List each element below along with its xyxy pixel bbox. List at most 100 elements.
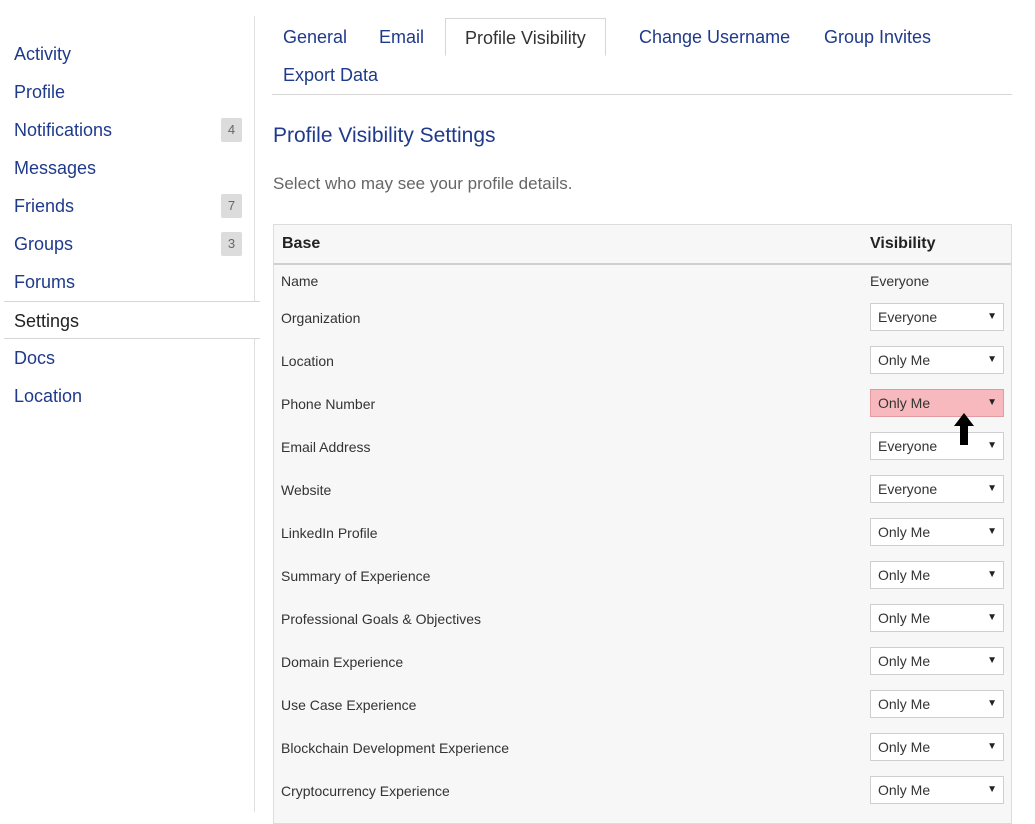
sidebar-item-label: Groups <box>14 234 74 254</box>
field-label: Location <box>281 353 334 369</box>
column-header-base: Base <box>282 235 321 252</box>
field-label: Cryptocurrency Experience <box>281 783 450 799</box>
table-header: Base Visibility <box>274 225 1011 265</box>
settings-tabs: General Email Profile Visibility Change … <box>272 18 1012 95</box>
caret-down-icon: ▼ <box>987 784 997 795</box>
field-label: Domain Experience <box>281 654 404 670</box>
field-label: Summary of Experience <box>281 568 431 584</box>
visibility-select-website[interactable]: Everyone ▼ <box>870 475 1004 503</box>
visibility-select-email-address[interactable]: Everyone ▼ <box>870 432 1004 460</box>
visibility-select-organization[interactable]: Everyone ▼ <box>870 303 1004 331</box>
sidebar-item-label: Forums <box>14 272 76 292</box>
select-value: Everyone <box>878 309 938 325</box>
tab-change-username[interactable]: Change Username <box>639 18 790 56</box>
up-arrow-icon <box>954 413 974 445</box>
sidebar-item-friends[interactable]: Friends 7 <box>0 187 254 225</box>
table-row: Name Everyone <box>274 265 1011 297</box>
field-label: Email Address <box>281 439 371 455</box>
table-row: Phone Number Only Me ▼ <box>274 383 1011 426</box>
sidebar-item-forums[interactable]: Forums <box>0 263 254 301</box>
groups-count-badge: 3 <box>221 232 242 256</box>
friends-count-badge: 7 <box>221 194 242 218</box>
caret-down-icon: ▼ <box>987 741 997 752</box>
table-row: Location Only Me ▼ <box>274 340 1011 383</box>
visibility-select-location[interactable]: Only Me ▼ <box>870 346 1004 374</box>
caret-down-icon: ▼ <box>987 397 997 408</box>
select-value: Only Me <box>878 395 931 411</box>
visibility-select-use-case-experience[interactable]: Only Me ▼ <box>870 690 1004 718</box>
field-label: Use Case Experience <box>281 697 417 713</box>
table-row: LinkedIn Profile Only Me ▼ <box>274 512 1011 555</box>
table-row: Professional Goals & Objectives Only Me ▼ <box>274 598 1011 641</box>
sidebar-item-label: Settings <box>14 311 80 331</box>
sidebar-item-label: Friends <box>14 196 75 216</box>
caret-down-icon: ▼ <box>987 612 997 623</box>
table-row: Domain Experience Only Me ▼ <box>274 641 1011 684</box>
caret-down-icon: ▼ <box>987 311 997 322</box>
sidebar-item-location[interactable]: Location <box>0 377 254 415</box>
sidebar-item-label: Location <box>14 386 83 406</box>
profile-visibility-table: Base Visibility Name Everyone Organizati… <box>273 224 1012 824</box>
select-value: Only Me <box>878 524 931 540</box>
page-title: Profile Visibility Settings <box>273 124 496 147</box>
notifications-count-badge: 4 <box>221 118 242 142</box>
visibility-select-domain-experience[interactable]: Only Me ▼ <box>870 647 1004 675</box>
select-value: Only Me <box>878 653 931 669</box>
tab-general[interactable]: General <box>283 18 347 56</box>
sidebar-item-label: Messages <box>14 158 97 178</box>
tab-group-invites[interactable]: Group Invites <box>824 18 931 56</box>
select-value: Everyone <box>878 481 938 497</box>
select-value: Only Me <box>878 610 931 626</box>
select-value: Only Me <box>878 696 931 712</box>
sidebar-item-docs[interactable]: Docs <box>0 339 254 377</box>
field-label: Name <box>281 273 319 289</box>
page-description: Select who may see your profile details. <box>273 174 573 193</box>
sidebar-item-groups[interactable]: Groups 3 <box>0 225 254 263</box>
sidebar-item-notifications[interactable]: Notifications 4 <box>0 111 254 149</box>
table-row: Cryptocurrency Experience Only Me ▼ <box>274 770 1011 813</box>
visibility-select-blockchain-development-experience[interactable]: Only Me ▼ <box>870 733 1004 761</box>
sidebar-item-label: Profile <box>14 82 66 102</box>
caret-down-icon: ▼ <box>987 354 997 365</box>
visibility-select-linkedin-profile[interactable]: Only Me ▼ <box>870 518 1004 546</box>
tab-email[interactable]: Email <box>379 18 424 56</box>
select-value: Only Me <box>878 739 931 755</box>
select-value: Everyone <box>878 438 938 454</box>
visibility-select-summary-of-experience[interactable]: Only Me ▼ <box>870 561 1004 589</box>
table-row: Organization Everyone ▼ <box>274 297 1011 340</box>
table-row: Website Everyone ▼ <box>274 469 1011 512</box>
caret-down-icon: ▼ <box>987 526 997 537</box>
caret-down-icon: ▼ <box>987 698 997 709</box>
field-label: Phone Number <box>281 396 376 412</box>
visibility-static-value: Everyone <box>870 273 930 289</box>
table-row: Use Case Experience Only Me ▼ <box>274 684 1011 727</box>
visibility-select-professional-goals[interactable]: Only Me ▼ <box>870 604 1004 632</box>
caret-down-icon: ▼ <box>987 655 997 666</box>
sidebar-item-label: Activity <box>14 44 72 64</box>
field-label: Website <box>281 482 332 498</box>
sidebar-item-activity[interactable]: Activity <box>0 35 254 73</box>
table-row: Email Address Everyone ▼ <box>274 426 1011 469</box>
sidebar-item-label: Docs <box>14 348 56 368</box>
table-row: Blockchain Development Experience Only M… <box>274 727 1011 770</box>
table-row: Summary of Experience Only Me ▼ <box>274 555 1011 598</box>
field-label: Organization <box>281 310 361 326</box>
sidebar-item-settings[interactable]: Settings <box>4 301 260 339</box>
column-header-visibility: Visibility <box>870 235 936 252</box>
tab-profile-visibility[interactable]: Profile Visibility <box>445 18 606 56</box>
sidebar-item-messages[interactable]: Messages <box>0 149 254 187</box>
sidebar-item-label: Notifications <box>14 120 113 140</box>
visibility-select-cryptocurrency-experience[interactable]: Only Me ▼ <box>870 776 1004 804</box>
field-label: LinkedIn Profile <box>281 525 378 541</box>
sidebar-menu: Activity Profile Notifications 4 Messages… <box>0 16 260 415</box>
select-value: Only Me <box>878 567 931 583</box>
caret-down-icon: ▼ <box>987 569 997 580</box>
caret-down-icon: ▼ <box>987 483 997 494</box>
tab-export-data[interactable]: Export Data <box>283 56 378 94</box>
visibility-select-phone-number[interactable]: Only Me ▼ <box>870 389 1004 417</box>
caret-down-icon: ▼ <box>987 440 997 451</box>
settings-sidebar: Activity Profile Notifications 4 Messages… <box>0 16 260 812</box>
field-label: Professional Goals & Objectives <box>281 611 481 627</box>
field-label: Blockchain Development Experience <box>281 740 510 756</box>
sidebar-item-profile[interactable]: Profile <box>0 73 254 111</box>
